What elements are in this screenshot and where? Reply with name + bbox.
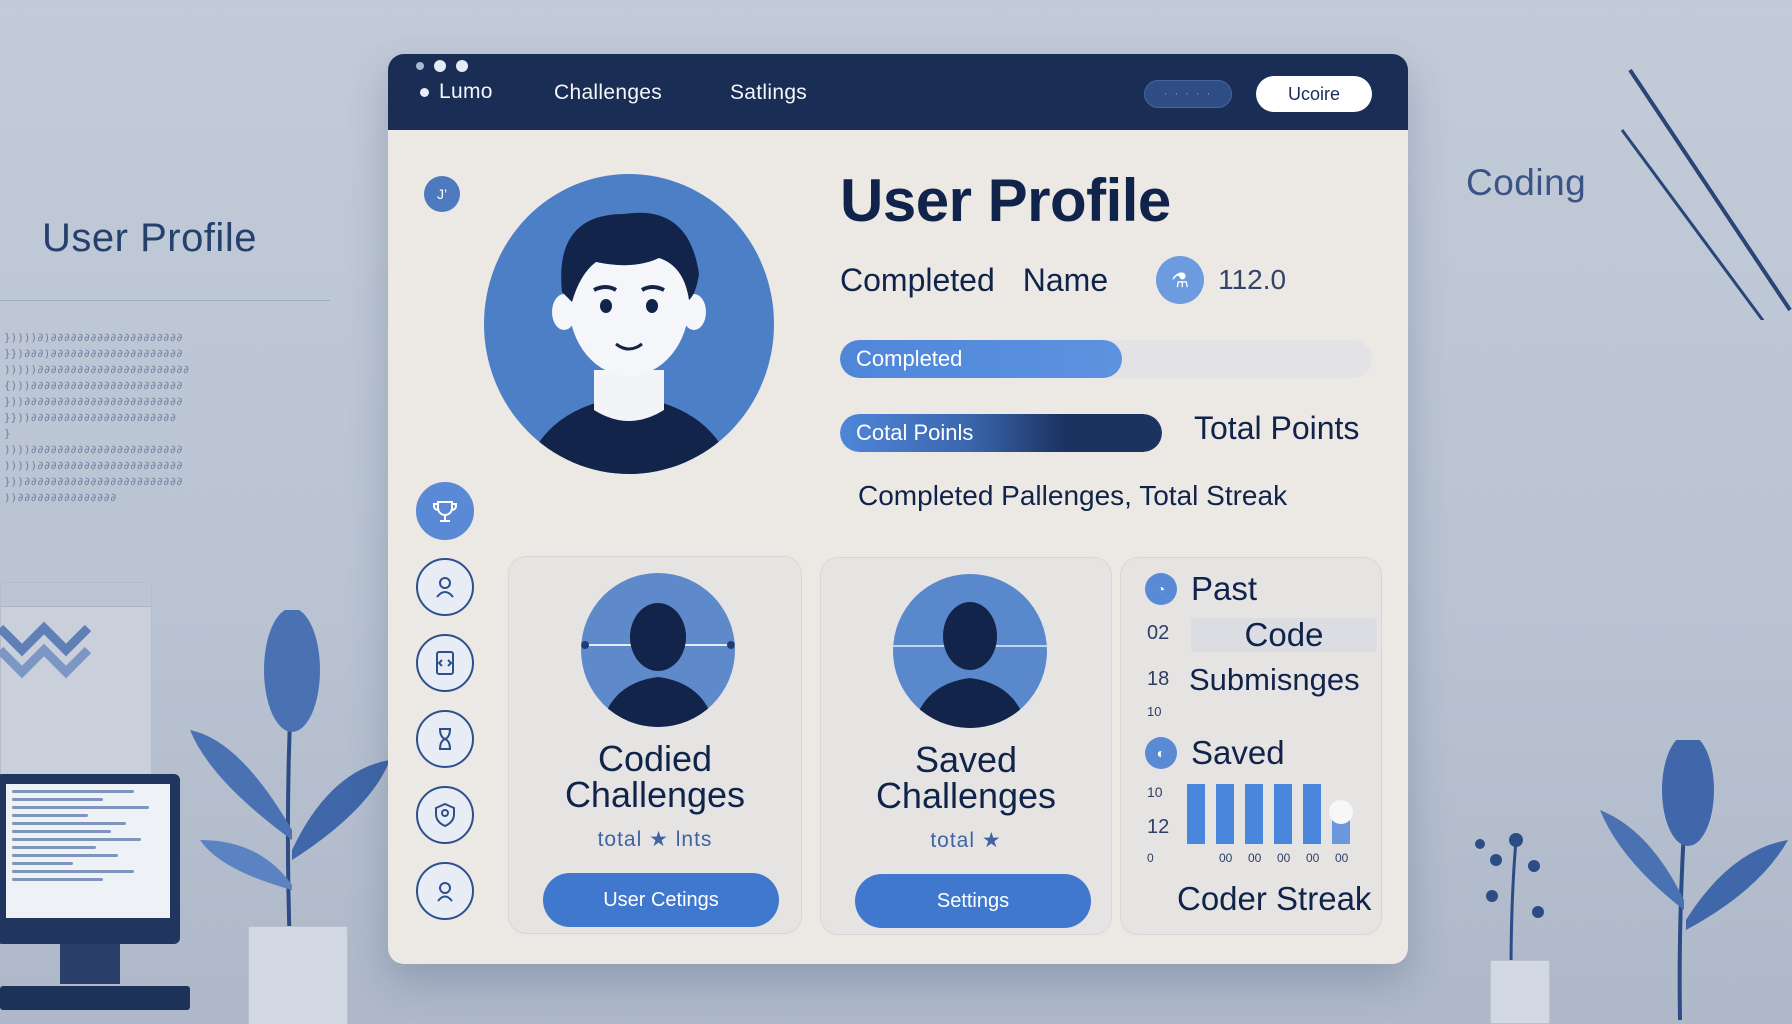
card-subtitle: total ★ lnts [597, 828, 713, 851]
stat-row-saved: ◐ Saved [1145, 734, 1285, 772]
window-dot[interactable] [434, 60, 446, 72]
points-progress-bar: Cotal Poinls [840, 414, 1162, 452]
chevron-decoration-icon [0, 621, 92, 679]
profile-avatar[interactable] [484, 174, 774, 474]
stat-number: 18 [1147, 668, 1170, 690]
completed-progress-bar: Completed [840, 340, 1372, 378]
background-card [0, 582, 152, 782]
submissions-label: Submisnges [1189, 662, 1360, 697]
plant-right-icon [1600, 740, 1788, 1020]
profile-info-row: Completed Name ⚗ 112.0 [840, 256, 1286, 304]
clock-icon: ◔ [1145, 573, 1177, 605]
sidebar-item-user[interactable] [416, 862, 474, 920]
plant-pot-left [248, 926, 348, 1024]
sidebar-item-trophy[interactable] [416, 482, 474, 540]
card-avatar [893, 574, 1047, 728]
card-title-line1: Codied [597, 738, 713, 779]
total-points-label: Total Points [1194, 410, 1360, 446]
streak-bar-tick: 00 [1335, 851, 1349, 864]
plant-left-icon [190, 610, 390, 950]
nav-item-settings[interactable]: Satlings [730, 81, 807, 105]
diagonal-lines-decoration [1620, 68, 1792, 320]
trophy-icon [433, 501, 457, 522]
background-title-left: User Profile [42, 216, 257, 260]
streak-bar [1274, 784, 1292, 844]
streak-bar-chart: 0 00 00 00 00 00 [1147, 784, 1353, 864]
stat-number: 02 [1147, 622, 1170, 644]
window-dot[interactable] [416, 62, 424, 70]
window-dot[interactable] [456, 60, 468, 72]
app-window: Lumo Challenges Satlings · · · · · Ucoir… [388, 54, 1408, 964]
streak-bar [1187, 784, 1205, 844]
background-code-lines: }))))∂)∂∂∂∂∂∂∂∂∂∂∂∂∂∂∂∂∂∂∂∂ }})∂∂∂)∂∂∂∂∂… [4, 331, 190, 504]
completed-progress-fill: Completed [840, 340, 1122, 378]
streak-bar [1303, 784, 1321, 844]
page-title: User Profile [840, 167, 1171, 234]
streak-marker [1329, 800, 1353, 824]
user-avatar-illustration [524, 212, 734, 474]
user-badge-icon [436, 577, 454, 598]
sidebar-item-code[interactable] [416, 634, 474, 692]
card-title: Codied Challenges [509, 741, 801, 813]
user-settings-button[interactable]: User Cetings [543, 873, 779, 927]
sprout-icon [1475, 833, 1544, 970]
streak-bar-tick: 00 [1306, 851, 1320, 864]
streak-bar-tick: 00 [1219, 851, 1233, 864]
streak-bar-tick: 00 [1248, 851, 1262, 864]
plant-pot-right [1490, 960, 1550, 1024]
brand[interactable]: Lumo [420, 80, 493, 104]
hourglass-icon [439, 728, 451, 750]
sidebar-item-account[interactable] [416, 786, 474, 844]
window-controls [416, 60, 468, 72]
code-label: Code [1191, 618, 1377, 652]
profile-value: 112.0 [1218, 264, 1287, 295]
card-title-line1: Saved [914, 739, 1018, 780]
stat-row-past: ◔ Past [1145, 570, 1257, 608]
nav-item-challenges[interactable]: Challenges [554, 81, 662, 105]
settings-button[interactable]: Settings [855, 874, 1091, 928]
stat-number: 10 [1147, 704, 1162, 719]
card-avatar [581, 573, 735, 727]
card-title-line2: Challenges [875, 775, 1057, 816]
sidebar-item-profile[interactable] [416, 558, 474, 616]
user-shield-icon [435, 802, 455, 828]
brand-dot-icon [420, 87, 429, 97]
top-navbar: Lumo Challenges Satlings · · · · · Ucoir… [388, 54, 1408, 130]
stats-panel: ◔ Past 02 Code 18 Submisnges 10 ◐ Saved … [1120, 557, 1382, 935]
sidebar-item-history[interactable] [416, 710, 474, 768]
background-title-right: Coding [1466, 162, 1587, 203]
account-button[interactable]: Ucoire [1256, 76, 1372, 112]
points-progress-fill: Cotal Poinls [840, 414, 1162, 452]
background-monitor [0, 774, 180, 944]
background-monitor-stand [60, 944, 120, 984]
saved-challenges-card: Saved Challenges total ★ Settings [820, 557, 1112, 935]
background-divider [0, 300, 330, 301]
saved-label: Saved [1191, 734, 1285, 771]
coder-streak-label: Coder Streak [1177, 880, 1372, 917]
user-circle-icon [437, 882, 453, 902]
rank-badge-icon: ⚗ [1156, 256, 1205, 304]
sidebar [416, 482, 474, 920]
user-silhouette-icon [581, 603, 735, 727]
streak-bar [1245, 784, 1263, 844]
brand-name: Lumo [439, 80, 493, 103]
completed-label: Completed [840, 261, 995, 298]
name-label: Name [1022, 261, 1109, 298]
card-title: Saved Challenges [821, 742, 1111, 814]
card-title-line2: Challenges [564, 774, 746, 815]
code-file-icon [436, 651, 454, 675]
sidebar-badge[interactable]: J’ [424, 176, 460, 212]
user-silhouette-icon [893, 602, 1047, 728]
bookmark-icon: ◐ [1145, 737, 1177, 769]
background-keyboard [0, 986, 190, 1010]
profile-summary: Completed Pallenges, Total Streak [858, 480, 1288, 511]
streak-bar-tick: 0 [1147, 851, 1154, 864]
past-label: Past [1191, 570, 1258, 607]
coded-challenges-card: Codied Challenges total ★ lnts User Ceti… [508, 556, 802, 934]
streak-bar [1216, 784, 1234, 844]
card-subtitle: total ★ [930, 829, 1002, 852]
streak-bar-tick: 00 [1277, 851, 1291, 864]
search-pill[interactable]: · · · · · [1144, 80, 1232, 108]
